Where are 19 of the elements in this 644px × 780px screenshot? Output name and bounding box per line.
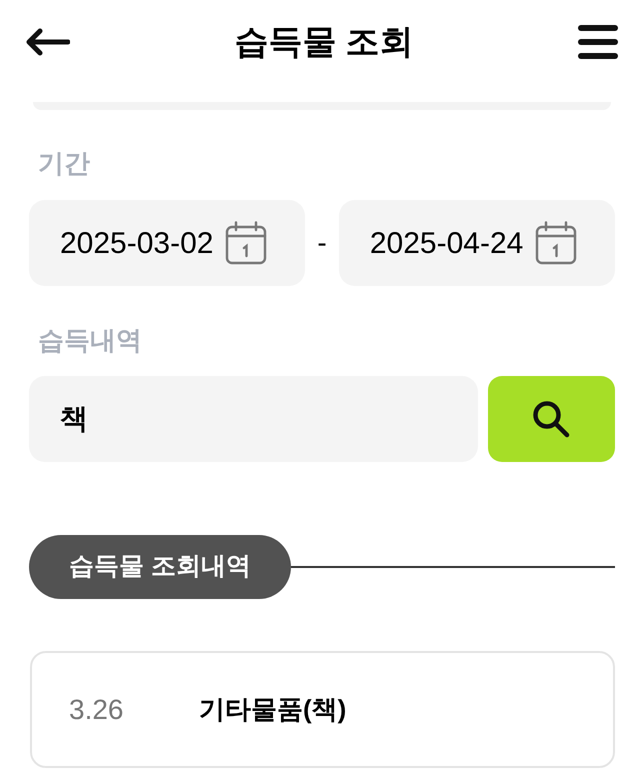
period-label: 기간: [37, 148, 91, 178]
menu-button[interactable]: [576, 24, 618, 60]
result-card[interactable]: 3.26 기타물품(책): [30, 651, 615, 768]
calendar-icon: [225, 221, 268, 265]
page-title: 습득물 조회: [234, 25, 414, 59]
search-label: 습득내역: [37, 325, 143, 355]
menu-icon: [578, 25, 618, 59]
back-arrow-icon: [26, 28, 70, 56]
calendar-icon: [535, 221, 578, 265]
date-field[interactable]: 2025-03-02: [29, 200, 306, 286]
date-field[interactable]: 2025-04-24: [338, 200, 615, 286]
search-field[interactable]: 책: [29, 376, 478, 462]
result-date: 3.26: [69, 692, 124, 726]
result-item-name: 기타물품(책): [199, 693, 346, 726]
date-separator: -: [316, 226, 328, 260]
search-icon: [532, 400, 570, 438]
section-heading: 습득물 조회내역: [29, 535, 291, 599]
back-button[interactable]: [26, 27, 72, 57]
search-button[interactable]: [488, 376, 615, 462]
